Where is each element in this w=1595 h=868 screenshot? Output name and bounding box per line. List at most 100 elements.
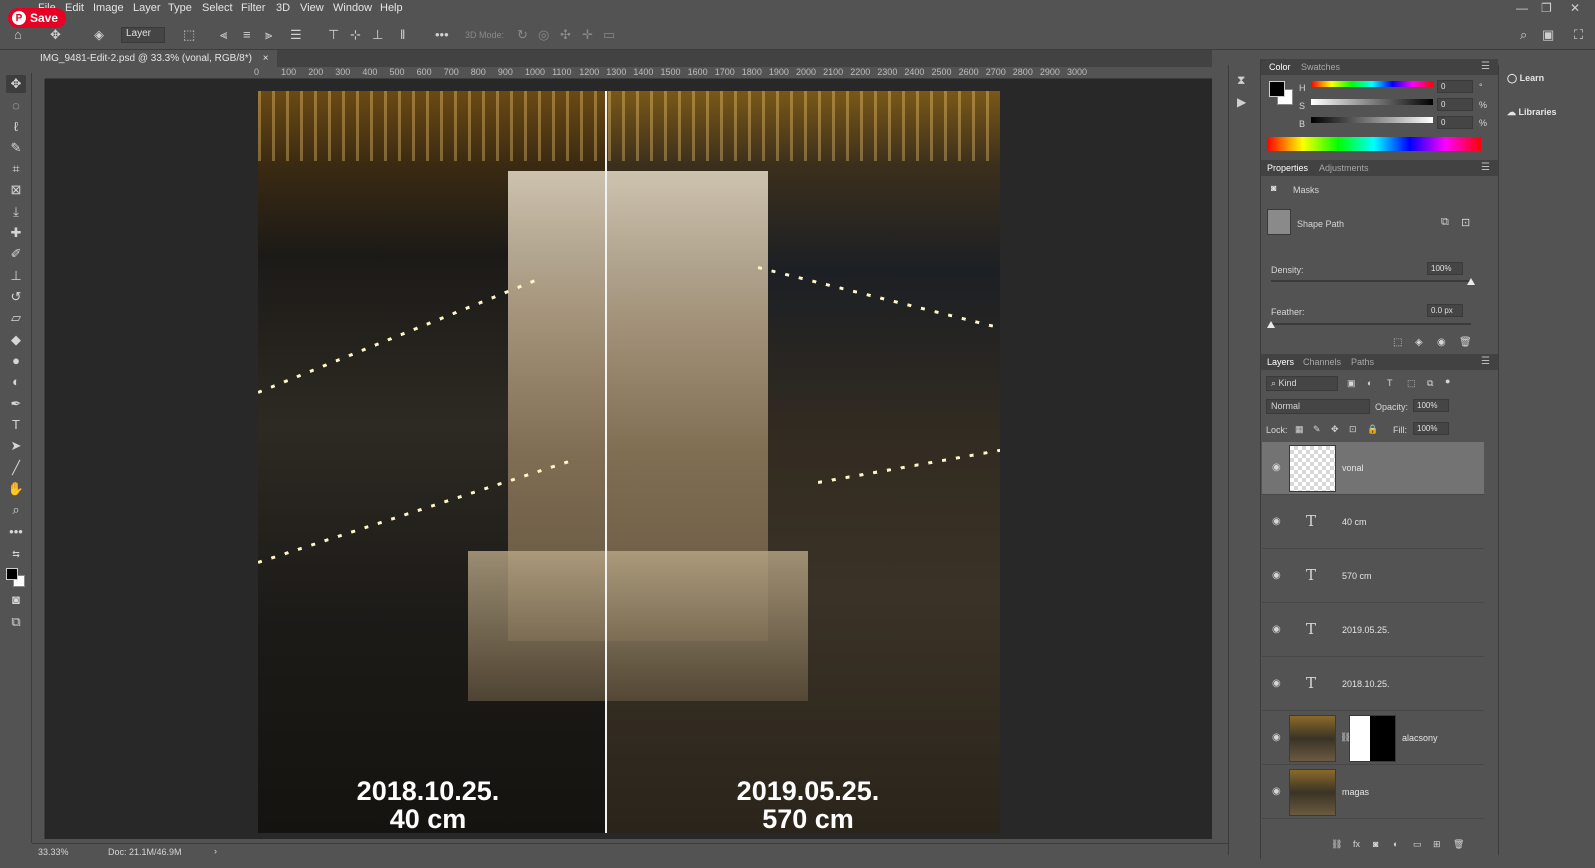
menu-help[interactable]: Help bbox=[380, 2, 403, 14]
lock-artboard-icon[interactable]: ⊡ bbox=[1349, 424, 1357, 435]
layer-row-vonal[interactable]: ◉ vonal bbox=[1262, 442, 1484, 495]
align-right-icon[interactable]: ⫸ bbox=[265, 27, 272, 43]
more-options-icon[interactable]: ••• bbox=[435, 27, 449, 42]
toggle-mask-icon[interactable]: ◉ bbox=[1437, 337, 1446, 348]
density-slider-track[interactable] bbox=[1271, 280, 1471, 282]
history-brush-tool-icon[interactable]: ↺ bbox=[6, 288, 26, 306]
layer-row-text[interactable]: ◉ T 40 cm bbox=[1262, 496, 1484, 549]
screen-mode-icon[interactable]: ⧉ bbox=[6, 613, 26, 631]
new-layer-icon[interactable]: ⊞ bbox=[1433, 839, 1441, 850]
layer-name[interactable]: alacsony bbox=[1402, 733, 1438, 743]
crop-tool-icon[interactable]: ⌗ bbox=[6, 160, 26, 178]
document-image[interactable]: 2018.10.25. 40 cm 2019.05.25. 570 cm bbox=[258, 91, 1000, 833]
visibility-eye-icon[interactable]: ◉ bbox=[1272, 516, 1281, 527]
layer-row-alacsony[interactable]: ◉ ⛓ alacsony bbox=[1262, 712, 1484, 765]
menu-layer[interactable]: Layer bbox=[133, 2, 161, 14]
layer-name[interactable]: 570 cm bbox=[1342, 571, 1372, 581]
filter-type-icon[interactable]: T bbox=[1387, 378, 1393, 388]
layer-row-text[interactable]: ◉ T 2018.10.25. bbox=[1262, 658, 1484, 711]
delete-mask-icon[interactable]: 🗑 bbox=[1459, 337, 1472, 348]
distribute-vertical-icon[interactable]: ‖ bbox=[400, 27, 405, 42]
fill-input[interactable]: 100% bbox=[1413, 422, 1449, 435]
saturation-slider[interactable] bbox=[1311, 99, 1433, 105]
actions-panel-icon[interactable]: ▶ bbox=[1237, 95, 1246, 109]
auto-select-dropdown[interactable]: Layer bbox=[121, 27, 165, 43]
add-mask-icon[interactable]: ◙ bbox=[1373, 839, 1378, 849]
new-adjustment-icon[interactable]: ◐ bbox=[1393, 839, 1398, 849]
load-selection-icon[interactable]: ⬚ bbox=[1393, 337, 1402, 348]
layer-name[interactable]: vonal bbox=[1342, 463, 1364, 473]
auto-select-icon[interactable]: ◈ bbox=[94, 27, 104, 43]
edit-toolbar-icon[interactable]: ••• bbox=[6, 523, 26, 541]
swap-colors-icon[interactable]: ⇆ bbox=[6, 545, 26, 563]
eraser-tool-icon[interactable]: ▱ bbox=[6, 309, 26, 327]
history-panel-icon[interactable]: ⧗ bbox=[1237, 73, 1245, 88]
document-tab[interactable]: IMG_9481-Edit-2.psd @ 33.3% (vonal, RGB/… bbox=[32, 50, 277, 67]
brightness-slider[interactable] bbox=[1311, 117, 1433, 123]
path-selection-tool-icon[interactable]: ➤ bbox=[6, 437, 26, 455]
vector-mask-thumbnail[interactable] bbox=[1267, 209, 1291, 235]
3d-pan-icon[interactable]: ✣ bbox=[560, 27, 571, 43]
menu-view[interactable]: View bbox=[300, 2, 324, 14]
lasso-tool-icon[interactable]: ℓ bbox=[6, 118, 26, 136]
search-icon[interactable]: ⌕ bbox=[1520, 27, 1527, 43]
menu-select[interactable]: Select bbox=[202, 2, 233, 14]
frame-tool-icon[interactable]: ⊠ bbox=[6, 181, 26, 199]
move-tool-icon[interactable]: ✥ bbox=[6, 75, 26, 93]
visibility-eye-icon[interactable]: ◉ bbox=[1272, 678, 1281, 689]
menu-type[interactable]: Type bbox=[168, 2, 192, 14]
tab-swatches[interactable]: Swatches bbox=[1301, 62, 1340, 72]
transform-controls-icon[interactable]: ⬚ bbox=[183, 27, 195, 43]
filter-smart-object-icon[interactable]: ⧉ bbox=[1427, 378, 1433, 389]
distribute-icon[interactable]: ☰ bbox=[290, 27, 302, 43]
tab-adjustments[interactable]: Adjustments bbox=[1319, 163, 1369, 173]
color-panel-menu-icon[interactable]: ☰ bbox=[1481, 61, 1490, 72]
hue-value[interactable]: 0 bbox=[1437, 80, 1473, 93]
new-group-icon[interactable]: ▭ bbox=[1413, 839, 1422, 850]
select-mask-icon[interactable]: ⧉ bbox=[1441, 216, 1449, 229]
align-middle-icon[interactable]: ⊹ bbox=[350, 27, 361, 43]
healing-brush-tool-icon[interactable]: ✚ bbox=[6, 224, 26, 242]
pinterest-save-button[interactable]: P Save bbox=[8, 8, 67, 28]
blend-mode-dropdown[interactable]: Normal bbox=[1266, 399, 1370, 414]
layer-name[interactable]: 2018.10.25. bbox=[1342, 679, 1390, 689]
lock-all-icon[interactable]: 🔒 bbox=[1367, 424, 1378, 435]
layer-name[interactable]: 2019.05.25. bbox=[1342, 625, 1390, 635]
color-spectrum-ramp[interactable] bbox=[1267, 137, 1481, 151]
status-menu-arrow[interactable]: › bbox=[214, 846, 217, 856]
opacity-input[interactable]: 100% bbox=[1413, 399, 1449, 412]
vertical-ruler[interactable] bbox=[32, 79, 45, 839]
saturation-value[interactable]: 0 bbox=[1437, 98, 1473, 111]
tab-channels[interactable]: Channels bbox=[1303, 357, 1341, 367]
visibility-eye-icon[interactable]: ◉ bbox=[1272, 732, 1281, 743]
lock-image-icon[interactable]: ✎ bbox=[1313, 424, 1321, 435]
close-window-button[interactable]: ✕ bbox=[1570, 1, 1580, 15]
tab-color[interactable]: Color bbox=[1269, 62, 1291, 72]
close-tab-icon[interactable]: × bbox=[263, 53, 269, 64]
layer-name[interactable]: 40 cm bbox=[1342, 517, 1367, 527]
tab-properties[interactable]: Properties bbox=[1267, 163, 1308, 173]
foreground-color-swatch[interactable] bbox=[6, 568, 18, 580]
libraries-panel-button[interactable]: ☁ Libraries bbox=[1507, 107, 1557, 118]
paint-bucket-tool-icon[interactable]: ◆ bbox=[6, 331, 26, 349]
layers-panel-menu-icon[interactable]: ☰ bbox=[1481, 356, 1490, 367]
visibility-eye-icon[interactable]: ◉ bbox=[1272, 462, 1281, 473]
filter-kind-dropdown[interactable]: ⌕ Kind bbox=[1266, 376, 1338, 391]
align-bottom-icon[interactable]: ⊥ bbox=[372, 27, 383, 43]
filter-shape-icon[interactable]: ⬚ bbox=[1407, 378, 1416, 389]
tab-paths[interactable]: Paths bbox=[1351, 357, 1374, 367]
type-tool-icon[interactable]: T bbox=[6, 416, 26, 434]
dodge-tool-icon[interactable]: ◐ bbox=[6, 373, 26, 391]
pen-tool-icon[interactable]: ✒ bbox=[6, 395, 26, 413]
hand-tool-icon[interactable]: ✋ bbox=[6, 480, 26, 498]
layer-row-text[interactable]: ◉ T 570 cm bbox=[1262, 550, 1484, 603]
restore-button[interactable]: ❐ bbox=[1541, 1, 1552, 15]
marquee-tool-icon[interactable]: ◌ bbox=[6, 97, 26, 115]
properties-panel-menu-icon[interactable]: ☰ bbox=[1481, 162, 1490, 173]
menu-edit[interactable]: Edit bbox=[65, 2, 84, 14]
layer-row-text[interactable]: ◉ T 2019.05.25. bbox=[1262, 604, 1484, 657]
hue-slider[interactable] bbox=[1311, 81, 1433, 87]
horizontal-ruler[interactable]: 0 100 200 300 400 500 600 700 800 900 1000 1100 1200… bbox=[45, 67, 1212, 79]
layer-mask-thumbnail[interactable] bbox=[1349, 715, 1396, 762]
add-mask-icon[interactable]: ⊡ bbox=[1461, 216, 1470, 229]
